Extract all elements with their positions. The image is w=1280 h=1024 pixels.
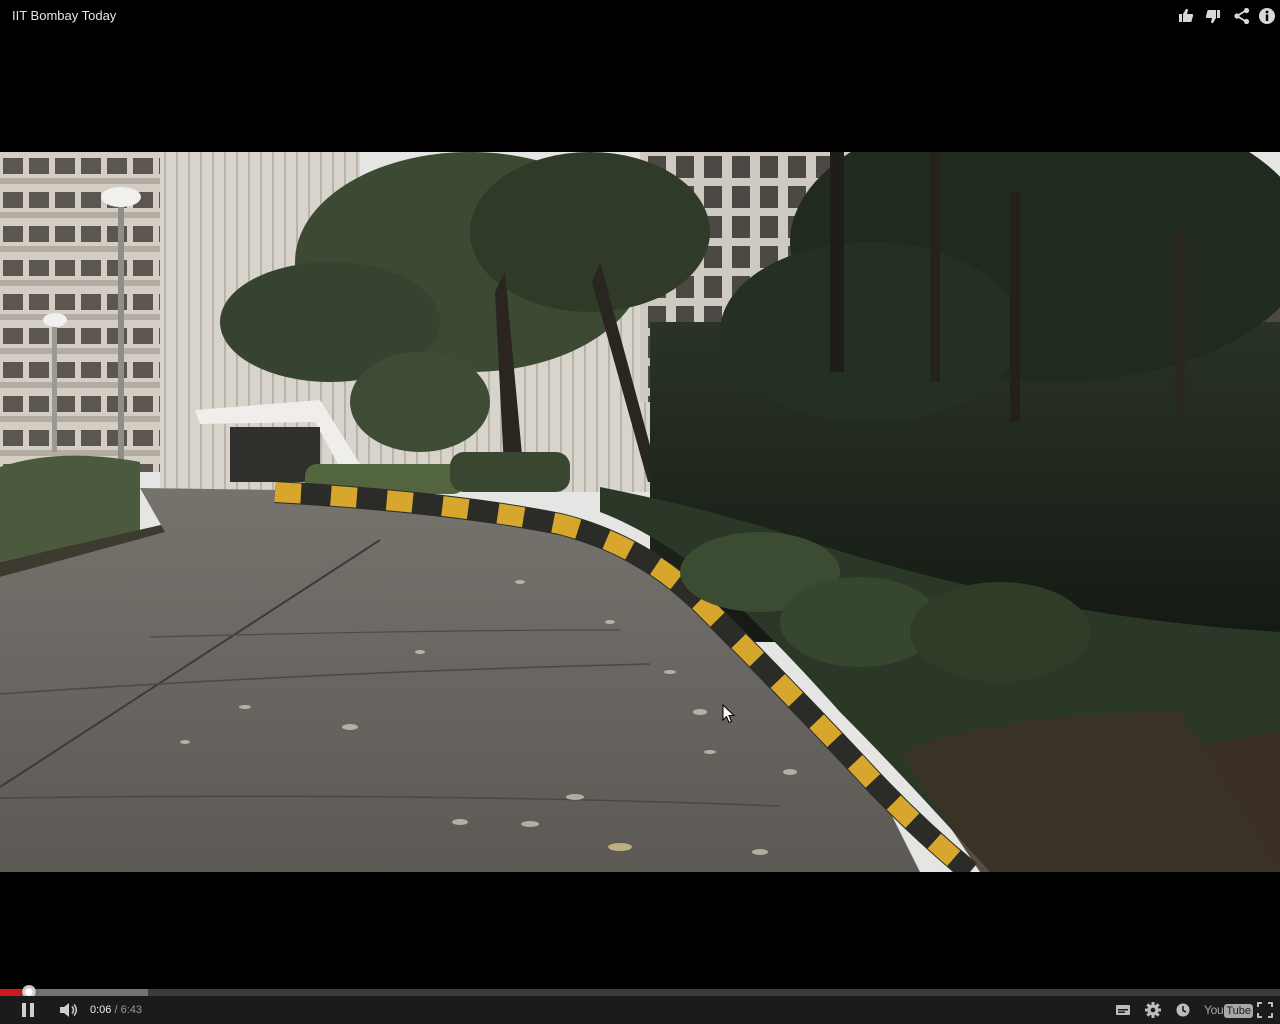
volume-button[interactable] (57, 1000, 81, 1020)
video-title[interactable]: IIT Bombay Today (12, 8, 116, 24)
fullscreen-icon (1257, 1002, 1273, 1018)
captions-icon (1116, 1005, 1130, 1015)
settings-button[interactable] (1143, 1000, 1163, 1020)
share-icon[interactable] (1232, 6, 1252, 26)
top-bar: IIT Bombay Today (0, 0, 1280, 32)
youtube-logo-tube: Tube (1224, 1004, 1254, 1018)
volume-icon (60, 1003, 77, 1017)
gear-icon (1145, 1002, 1161, 1018)
pause-icon (22, 1003, 34, 1017)
pause-button[interactable] (18, 1000, 38, 1020)
time-display: 0:06 / 6:43 (90, 1003, 142, 1017)
mouse-cursor (722, 704, 736, 724)
control-bar: 0:06 / 6:43 You Tube (0, 996, 1280, 1024)
thumbs-up-icon[interactable] (1176, 6, 1196, 26)
video-player[interactable]: IIT Bombay Today 0:06 / 6:43 You Tube (0, 0, 1280, 1024)
progress-bar[interactable] (0, 985, 1280, 999)
video-scene (0, 152, 1280, 872)
current-time: 0:06 (90, 1004, 112, 1016)
watch-later-button[interactable] (1173, 1000, 1193, 1020)
fullscreen-button[interactable] (1255, 1000, 1275, 1020)
youtube-logo[interactable]: You Tube (1204, 1000, 1254, 1020)
time-separator: / (111, 1004, 121, 1016)
thumbs-down-icon[interactable] (1203, 6, 1223, 26)
info-icon[interactable] (1257, 6, 1277, 26)
video-frame[interactable] (0, 152, 1280, 872)
duration: 6:43 (120, 1004, 143, 1016)
youtube-logo-you: You (1204, 1003, 1224, 1017)
captions-button[interactable] (1113, 1000, 1133, 1020)
clock-icon (1176, 1003, 1190, 1017)
